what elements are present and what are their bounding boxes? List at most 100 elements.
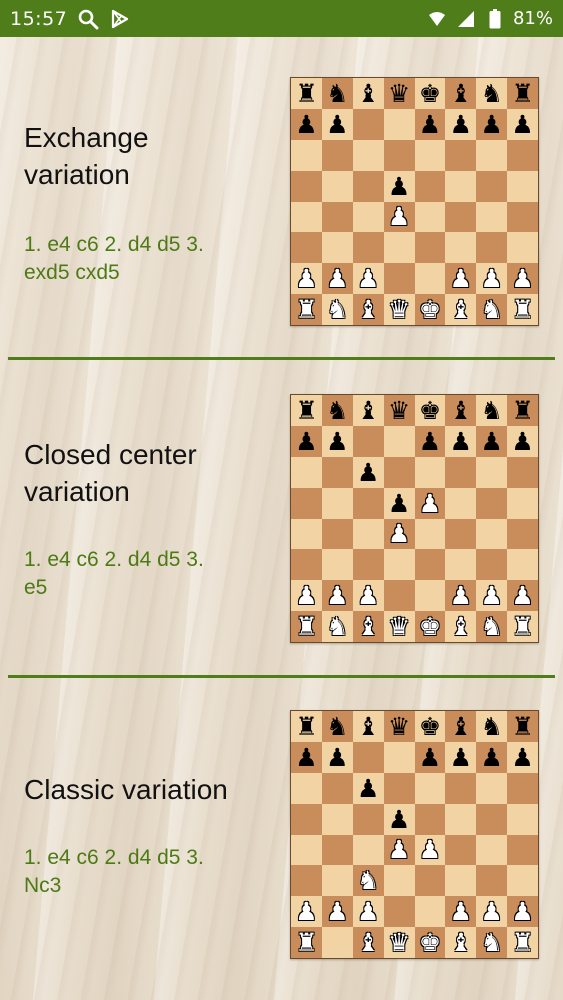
search-icon <box>77 8 99 30</box>
board-square <box>507 201 538 233</box>
board-square: ♟ <box>507 580 538 612</box>
status-time: 15:57 <box>10 7 68 30</box>
board-square: ♜ <box>507 711 538 742</box>
board-square <box>476 834 508 866</box>
board-square: ♟ <box>383 518 415 550</box>
board-square: ♛ <box>383 927 415 958</box>
board-square <box>321 170 353 202</box>
board-square: ♝ <box>445 78 477 109</box>
board-square <box>476 772 508 804</box>
board-square: ♟ <box>507 425 538 457</box>
board-square: ♞ <box>476 611 508 642</box>
variation-card-exchange[interactable]: Exchange variation 1. e4 c6 2. d4 d5 3. … <box>0 40 563 358</box>
white-queen-icon: ♛ <box>387 295 411 325</box>
board-square: ♟ <box>414 834 446 866</box>
board-square: ♞ <box>321 711 353 742</box>
board-square: ♟ <box>476 580 508 612</box>
board-square <box>476 456 508 488</box>
board-square: ♟ <box>445 741 477 773</box>
board-square <box>445 834 477 866</box>
variation-card-closed-center[interactable]: Closed center variation 1. e4 c6 2. d4 d… <box>0 357 563 675</box>
play-store-icon <box>109 8 131 30</box>
board-square: ♟ <box>352 896 384 928</box>
board-square: ♞ <box>321 395 353 426</box>
board-square <box>476 232 508 264</box>
black-pawn-icon: ♟ <box>418 426 442 456</box>
black-bishop-icon: ♝ <box>356 711 380 741</box>
board-square <box>507 865 538 897</box>
board-square: ♟ <box>321 425 353 457</box>
white-pawn-icon: ♟ <box>295 897 318 927</box>
board-square <box>291 170 322 202</box>
board-square <box>476 487 508 519</box>
board-square: ♟ <box>507 741 538 773</box>
white-bishop-icon: ♝ <box>449 295 473 325</box>
board-square <box>291 456 322 488</box>
board-square <box>383 896 415 928</box>
board-square: ♛ <box>383 611 415 642</box>
board-square <box>291 803 322 835</box>
white-rook-icon: ♜ <box>295 612 318 642</box>
white-knight-icon: ♞ <box>480 928 503 958</box>
black-bishop-icon: ♝ <box>356 395 380 425</box>
white-knight-icon: ♞ <box>326 612 349 642</box>
board-square <box>352 232 384 264</box>
board-square <box>445 139 477 171</box>
board-square <box>383 865 415 897</box>
black-pawn-icon: ♟ <box>326 742 349 772</box>
board-square <box>445 518 477 550</box>
board-square <box>383 772 415 804</box>
white-pawn-icon: ♟ <box>480 897 503 927</box>
board-square <box>414 865 446 897</box>
board-square <box>352 201 384 233</box>
board-square <box>321 139 353 171</box>
white-queen-icon: ♛ <box>387 612 411 642</box>
white-bishop-icon: ♝ <box>356 612 380 642</box>
white-pawn-icon: ♟ <box>511 264 534 294</box>
board-square <box>352 549 384 581</box>
board-square <box>507 772 538 804</box>
signal-icon <box>455 8 477 30</box>
board-square <box>291 865 322 897</box>
battery-percentage: 81% <box>512 8 553 29</box>
black-rook-icon: ♜ <box>295 711 318 741</box>
board-square <box>414 896 446 928</box>
board-square: ♞ <box>321 78 353 109</box>
battery-icon <box>484 8 506 30</box>
board-square <box>476 865 508 897</box>
board-square <box>352 487 384 519</box>
board-square <box>321 456 353 488</box>
board-square: ♝ <box>445 611 477 642</box>
black-king-icon: ♚ <box>418 395 442 425</box>
board-square: ♟ <box>352 456 384 488</box>
black-rook-icon: ♜ <box>511 711 534 741</box>
board-square <box>476 201 508 233</box>
black-pawn-icon: ♟ <box>387 488 411 518</box>
board-square <box>414 139 446 171</box>
board-square: ♜ <box>291 294 322 325</box>
board-square <box>414 518 446 550</box>
white-bishop-icon: ♝ <box>449 612 473 642</box>
board-square <box>445 549 477 581</box>
white-pawn-icon: ♟ <box>356 581 380 611</box>
board-square <box>291 772 322 804</box>
wifi-icon <box>426 8 448 30</box>
white-rook-icon: ♜ <box>511 612 534 642</box>
black-bishop-icon: ♝ <box>449 395 473 425</box>
board-square: ♞ <box>476 294 508 325</box>
board-square: ♟ <box>445 263 477 295</box>
board-square <box>476 549 508 581</box>
black-pawn-icon: ♟ <box>356 773 380 803</box>
board-square <box>352 108 384 140</box>
black-pawn-icon: ♟ <box>387 804 411 834</box>
board-square: ♛ <box>383 294 415 325</box>
board-square <box>321 927 353 958</box>
white-pawn-icon: ♟ <box>418 835 442 865</box>
white-rook-icon: ♜ <box>295 295 318 325</box>
board-square: ♞ <box>352 865 384 897</box>
board-square <box>414 580 446 612</box>
board-square <box>445 803 477 835</box>
board-square: ♛ <box>383 711 415 742</box>
variation-card-classic[interactable]: Classic variation 1. e4 c6 2. d4 d5 3. N… <box>0 675 563 993</box>
board-square <box>507 170 538 202</box>
